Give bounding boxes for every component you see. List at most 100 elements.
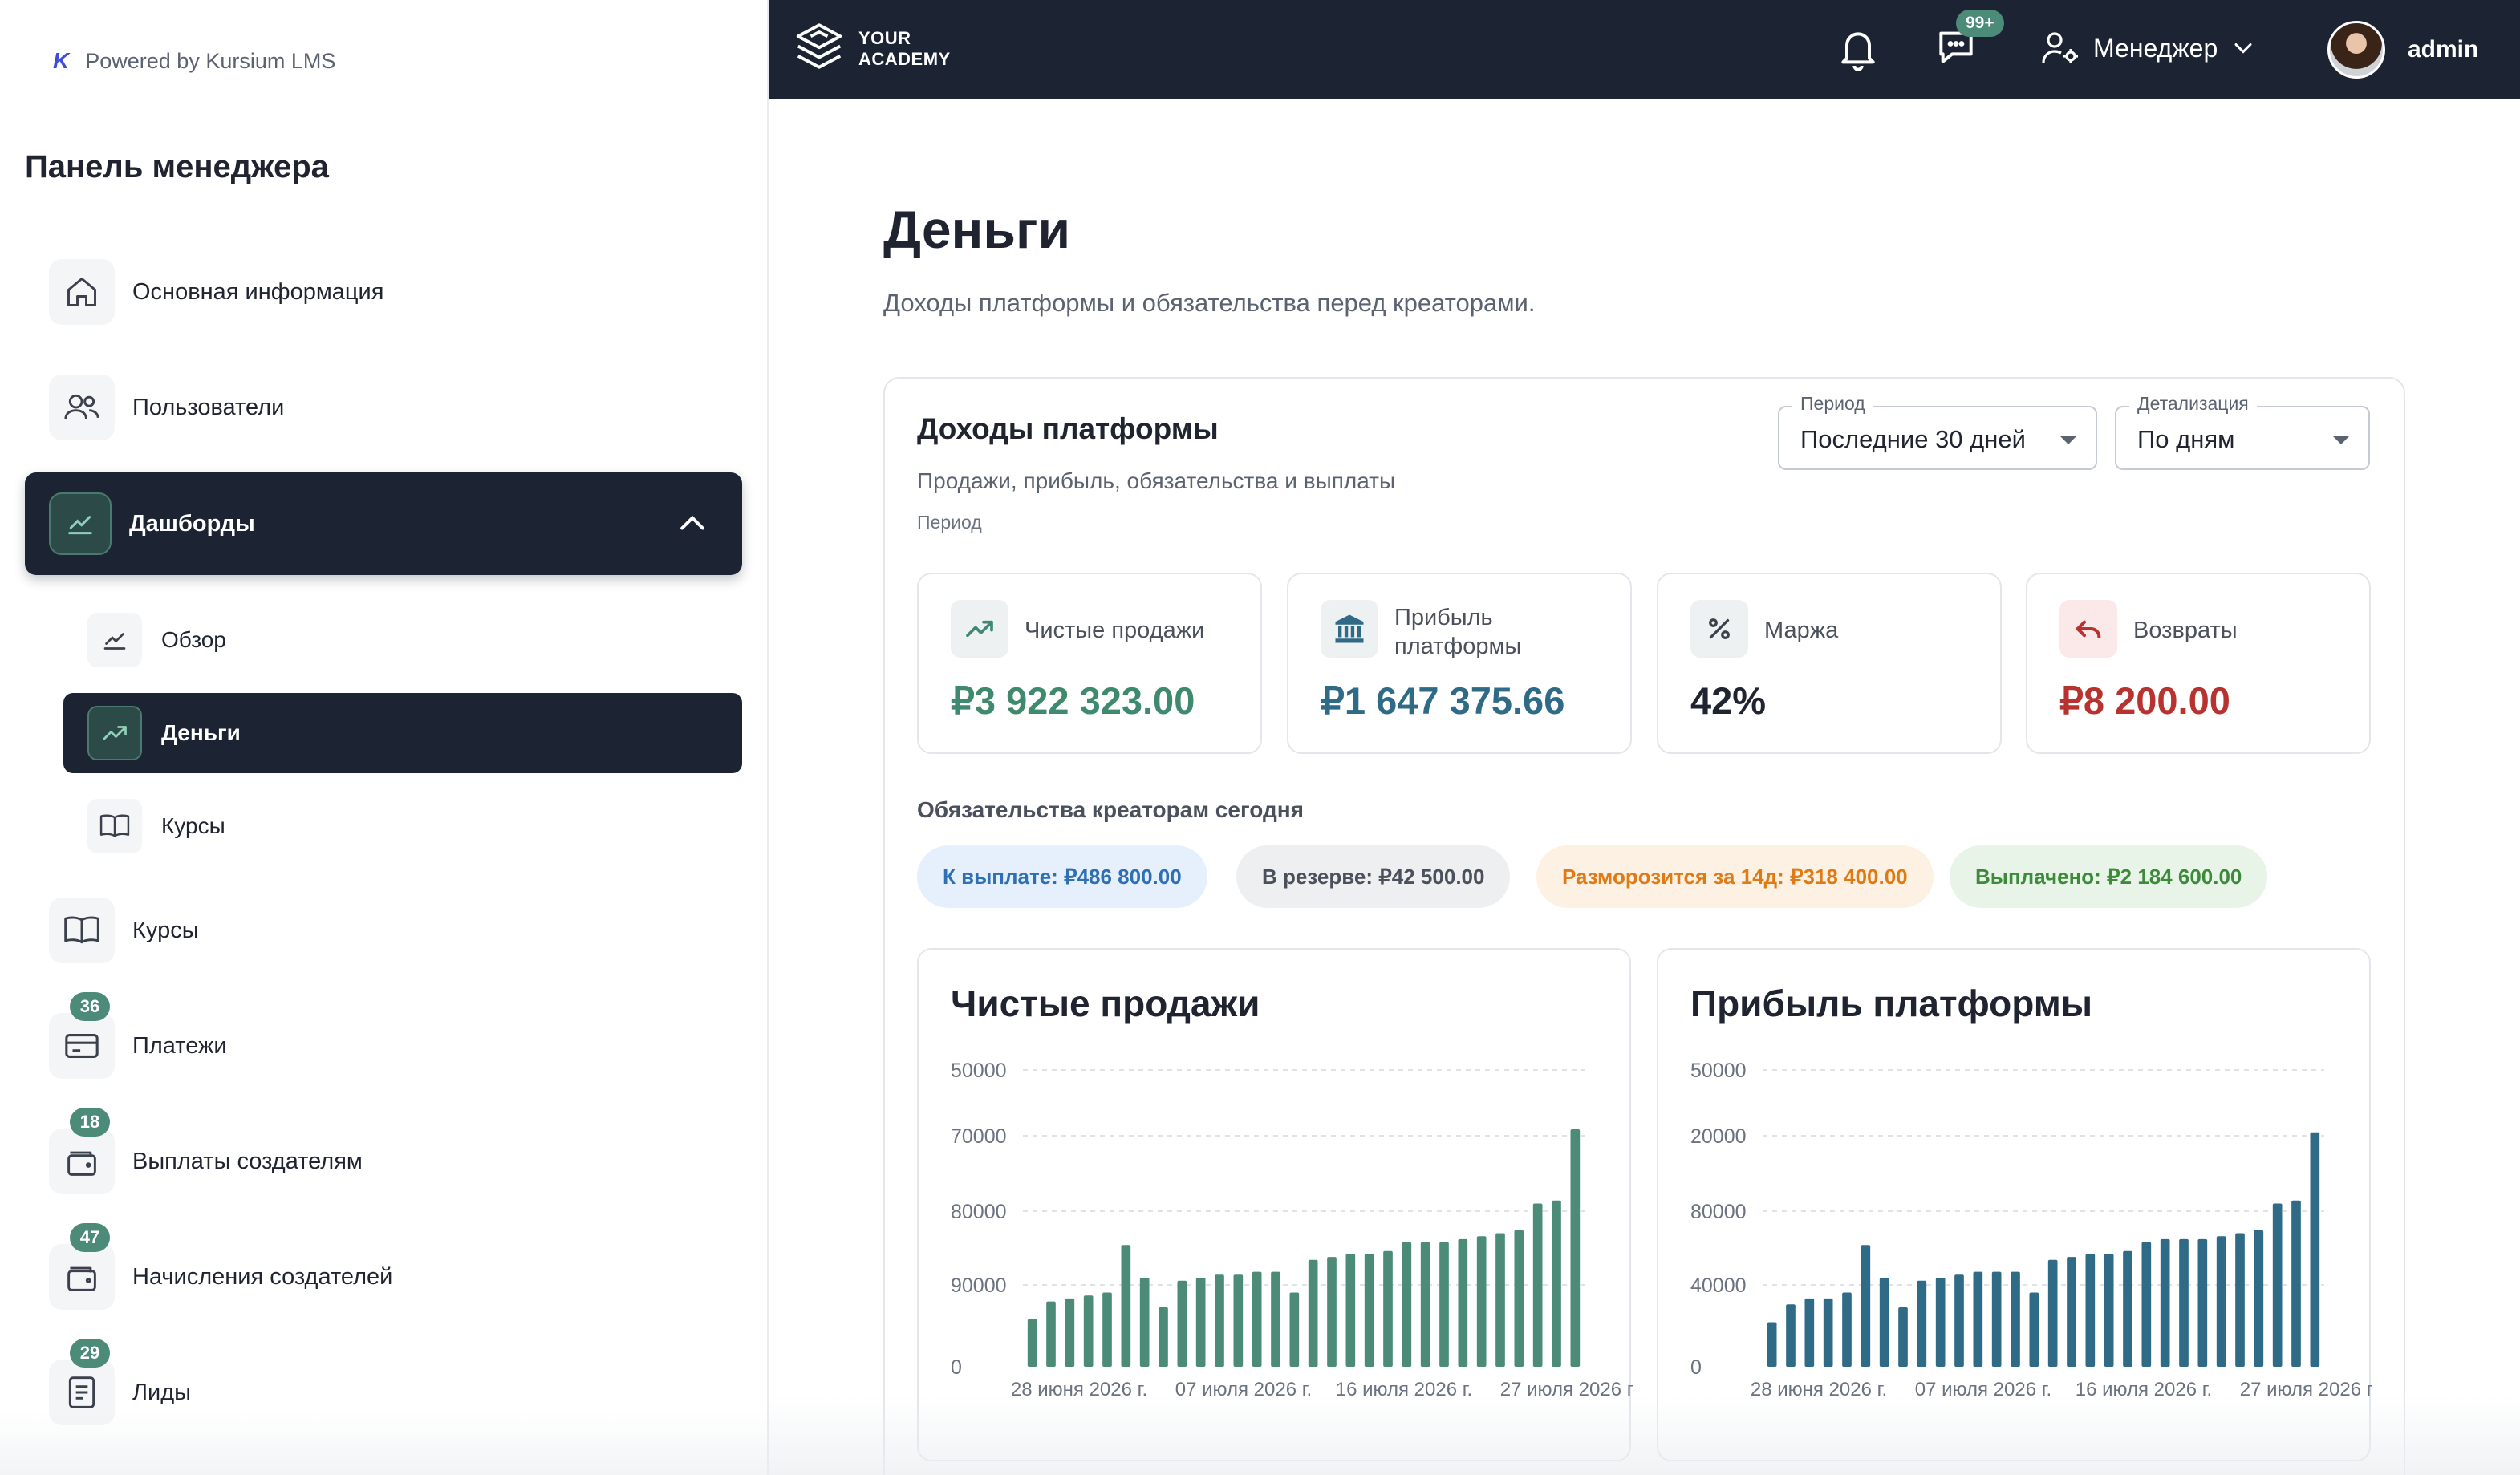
- x-tick-label: 07 июля 2026 г.: [1175, 1379, 1312, 1400]
- bar: [1215, 1274, 1224, 1367]
- y-tick-label: 40000: [1690, 1274, 1747, 1297]
- bar: [1383, 1250, 1393, 1367]
- bar: [1402, 1242, 1412, 1367]
- sidebar-subitem-courses[interactable]: Курсы: [63, 786, 742, 866]
- credit-card-icon: 36: [49, 992, 115, 1079]
- sidebar-item-label: Курсы: [132, 917, 199, 943]
- card-period-caption: Период: [917, 512, 982, 533]
- sidebar-subitem-label: Обзор: [161, 627, 226, 652]
- sidebar-item-leads[interactable]: 29 Лиды: [25, 1339, 742, 1432]
- sidebar-subitem-overview[interactable]: Обзор: [63, 600, 742, 680]
- bank-icon: [1321, 600, 1378, 658]
- topbar: YOUR ACADEMY 99+ Менеджер admin: [769, 0, 2520, 99]
- bar: [2104, 1254, 2114, 1367]
- bar: [1065, 1298, 1075, 1367]
- role-switcher[interactable]: Менеджер: [2040, 29, 2258, 67]
- sidebar-subitem-label: Деньги: [161, 720, 241, 745]
- bar: [1458, 1238, 1468, 1367]
- sidebar-item-payments[interactable]: 36 Платежи: [25, 992, 742, 1086]
- sidebar-item-label: Выплаты создателям: [132, 1148, 363, 1174]
- bar: [1046, 1301, 1056, 1367]
- kpi-value: ₽3 922 323.00: [951, 679, 1195, 722]
- sidebar-item-courses[interactable]: Курсы: [25, 890, 742, 971]
- pill-paid-out: Выплачено: ₽2 184 600.00: [1950, 845, 2268, 908]
- count-badge: 36: [70, 992, 110, 1021]
- bar: [1954, 1274, 1964, 1367]
- username: admin: [2408, 36, 2479, 63]
- kpi-net-sales: Чистые продажи ₽3 922 323.00: [917, 573, 1262, 754]
- bar: [2272, 1203, 2283, 1367]
- bar: [1786, 1304, 1796, 1367]
- messages-button[interactable]: 99+: [1934, 10, 2004, 74]
- detail-select-value: По дням: [2137, 425, 2235, 453]
- user-menu[interactable]: admin: [2327, 21, 2478, 79]
- platform-income-card: Доходы платформы Продажи, прибыль, обяза…: [883, 377, 2405, 1475]
- bar: [1308, 1259, 1318, 1367]
- y-tick-label: 0: [1690, 1356, 1702, 1379]
- trending-up-icon: [951, 600, 1008, 658]
- bar: [1917, 1280, 1927, 1367]
- bar: [2123, 1250, 2132, 1367]
- chart-line-icon: [49, 492, 112, 555]
- sidebar-item-main-info[interactable]: Основная информация: [25, 252, 742, 332]
- document-icon: 29: [49, 1339, 115, 1425]
- page-subtitle: Доходы платформы и обязательства перед к…: [883, 289, 1536, 317]
- bar: [1495, 1233, 1505, 1367]
- logo-line-2: ACADEMY: [858, 49, 951, 69]
- bar: [1139, 1278, 1150, 1367]
- bar: [2047, 1259, 2058, 1367]
- sidebar-item-users[interactable]: Пользователи: [25, 367, 742, 448]
- bar: [1973, 1271, 1983, 1367]
- academy-logo-text: YOUR ACADEMY: [858, 28, 951, 70]
- sidebar-item-dashboards[interactable]: Дашборды: [25, 472, 742, 575]
- bar: [1823, 1298, 1833, 1367]
- book-icon: [49, 898, 115, 963]
- bar: [1767, 1322, 1777, 1367]
- home-icon: [49, 259, 115, 325]
- period-select[interactable]: Период Последние 30 дней: [1778, 393, 2097, 470]
- y-tick-label: 50000: [1690, 1060, 1747, 1082]
- detail-select[interactable]: Детализация По дням: [2115, 393, 2370, 470]
- bell-icon[interactable]: [1836, 24, 1881, 74]
- powered-by[interactable]: K Powered by Kursium LMS: [53, 48, 335, 74]
- y-tick-label: 70000: [951, 1125, 1007, 1148]
- sidebar-item-creator-accruals[interactable]: 47 Начисления создателей: [25, 1223, 742, 1317]
- x-tick-label: 16 июля 2026 г.: [2076, 1379, 2212, 1400]
- period-select-label: Период: [1792, 393, 1873, 415]
- bar: [1121, 1245, 1131, 1367]
- users-icon: [49, 375, 115, 440]
- bar: [2160, 1238, 2170, 1367]
- sidebar-item-label: Основная информация: [132, 278, 384, 305]
- page-title: Деньги: [883, 200, 1071, 259]
- sidebar-item-creator-payouts[interactable]: 18 Выплаты создателям: [25, 1108, 742, 1201]
- bar: [1861, 1245, 1871, 1367]
- bar: [1289, 1292, 1300, 1367]
- sidebar-item-label: Платежи: [132, 1032, 227, 1059]
- chart-title: Прибыль платформы: [1690, 983, 2093, 1024]
- academy-logo[interactable]: YOUR ACADEMY: [791, 21, 951, 77]
- bar: [1935, 1278, 1946, 1367]
- sidebar-subitem-money[interactable]: Деньги: [63, 693, 742, 773]
- kursium-logo-icon: K: [53, 48, 70, 73]
- bar: [1842, 1292, 1852, 1367]
- bar: [2310, 1132, 2320, 1367]
- bar: [2141, 1242, 2152, 1367]
- bar: [1327, 1257, 1337, 1367]
- kpi-label: Прибыль платформы: [1394, 605, 1522, 659]
- count-badge: 47: [70, 1223, 110, 1252]
- card-title: Доходы платформы: [917, 412, 1219, 445]
- messages-badge: 99+: [1956, 10, 2004, 37]
- sidebar-subitem-label: Курсы: [161, 813, 225, 838]
- wallet-icon: 18: [49, 1108, 115, 1194]
- y-tick-label: 50000: [951, 1060, 1007, 1082]
- trending-up-icon: [87, 706, 142, 760]
- chevron-up-icon[interactable]: [675, 506, 710, 541]
- platform-profit-chart-svg: 50000 20000 80000 40000 0 28 июня 2026 г. 07 и…: [1690, 1060, 2372, 1400]
- bar: [1420, 1242, 1430, 1367]
- bar: [1879, 1278, 1889, 1367]
- logo-line-1: YOUR: [858, 28, 911, 48]
- net-sales-chart: Чистые продажи 50000 70000 80000 90000 0 28 и…: [917, 948, 1633, 1461]
- bar: [1102, 1292, 1112, 1367]
- bar: [1364, 1254, 1374, 1367]
- user-settings-icon: [2042, 32, 2078, 63]
